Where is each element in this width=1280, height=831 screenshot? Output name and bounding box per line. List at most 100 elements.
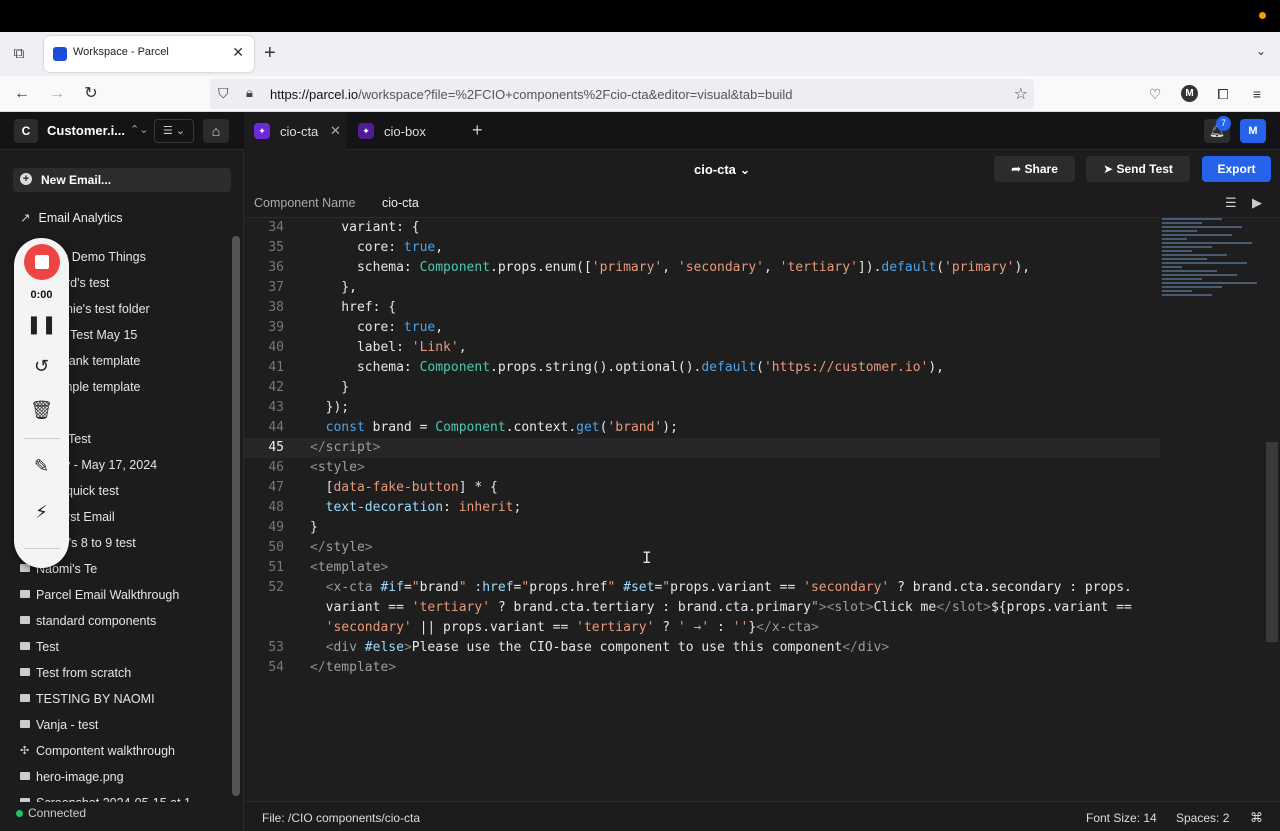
text-cursor-icon: I [642, 548, 652, 567]
mail-icon [20, 694, 30, 702]
sidebar-item-label: standard components [36, 614, 157, 628]
image-icon [20, 798, 30, 802]
screen-recorder-panel: 0:00 ❚❚ ↺ 🗑︎ ✎ ⚡︎ [14, 238, 69, 568]
code-line: 40 label: 'Link', [268, 340, 467, 355]
component-name-value[interactable]: cio-cta [382, 196, 419, 210]
sidebar-item[interactable]: i's 8 to 9 test [66, 536, 136, 550]
code-line: 50 </style> [268, 540, 373, 555]
code-line-current: 45 </script> [244, 438, 1160, 458]
shield-icon[interactable]: ⛉ [218, 85, 229, 102]
app-header: C Customer.i... ⌃⌄ ☰ ⌄ ⌂ ✦ cio-cta ✕ ✦ c… [0, 112, 1280, 150]
menu-icon[interactable]: ≡ [1246, 83, 1268, 105]
tab-cio-box[interactable]: ✦ cio-box [348, 112, 458, 150]
sidebar-item[interactable]: hero-image.png [20, 770, 124, 784]
code-line: 'secondary' || props.variant == 'tertiar… [325, 620, 819, 635]
sidebar-scrollbar[interactable] [232, 236, 240, 796]
extensions-icon[interactable]: ⧠ [1212, 83, 1234, 105]
back-arrow-icon[interactable]: ← [11, 83, 33, 105]
add-tab-button[interactable]: + [472, 120, 483, 141]
restart-icon[interactable]: ↺ [14, 356, 69, 377]
sidebar-item[interactable]: nie's test folder [66, 302, 150, 316]
workspace-avatar[interactable]: C [14, 119, 38, 143]
close-tab-icon[interactable]: ✕ [232, 44, 244, 61]
profile-avatar[interactable]: M [1181, 85, 1198, 102]
sidebar-item-label: rd's test [66, 276, 110, 290]
format-icon[interactable]: ☰ [1225, 195, 1237, 211]
sidebar-item[interactable]: Vanja - test [20, 718, 98, 732]
editor-scrollbar[interactable] [1266, 442, 1278, 642]
chevron-down-icon: ⌄ [739, 162, 751, 177]
sidebar-item[interactable]: Test [20, 640, 59, 654]
file-title[interactable]: cio-cta ⌄ [694, 162, 750, 178]
sidebar-item[interactable]: s Demo Things [62, 250, 146, 264]
browser-tab-workspace[interactable]: Workspace - Parcel ✕ [44, 36, 254, 72]
sidebar-item-email-analytics[interactable]: ↗ Email Analytics [20, 210, 123, 225]
pause-icon[interactable]: ❚❚ [14, 314, 69, 335]
sidebar-item[interactable]: TESTING BY NAOMI [20, 692, 155, 706]
tab-label: cio-box [384, 124, 426, 139]
code-line: 36 schema: Component.props.enum(['primar… [268, 260, 1031, 275]
sidebar-item-label: lank template [66, 354, 141, 368]
url-bar[interactable]: ⛉ 🔒︎ https://parcel.io/workspace?file=%2… [210, 79, 1034, 109]
pocket-icon[interactable]: ♡ [1144, 83, 1166, 105]
editor-header: cio-cta ⌄ ➦ Share ➤ Send Test Export [244, 150, 1280, 188]
send-test-button[interactable]: ➤ Send Test [1086, 156, 1190, 182]
lock-icon[interactable]: 🔒︎ [246, 85, 253, 101]
new-email-button[interactable]: + New Email... [13, 168, 231, 192]
mail-icon [20, 720, 30, 728]
browser-tab-title: Workspace - Parcel [73, 46, 169, 58]
chart-icon: ↗ [20, 211, 31, 225]
share-button[interactable]: ➦ Share [994, 156, 1075, 182]
tab-list-icon[interactable]: ⧉ [8, 43, 30, 65]
sidebar-item[interactable]: Test May 15 [70, 328, 137, 342]
code-editor[interactable]: 34 variant: { 35 core: true, 36 schema: … [244, 218, 1280, 801]
code-minimap[interactable] [1162, 218, 1272, 338]
sidebar-item[interactable]: Test from scratch [20, 666, 131, 680]
sidebar-item[interactable]: quick test [66, 484, 119, 498]
trash-icon[interactable]: 🗑︎ [14, 400, 69, 421]
home-button[interactable]: ⌂ [203, 119, 229, 143]
sidebar-item[interactable]: ✣ Compontent walkthrough [20, 744, 175, 758]
status-spaces[interactable]: Spaces: 2 [1176, 811, 1229, 825]
mail-icon [20, 668, 30, 676]
preview-icon[interactable]: ▶ [1252, 195, 1262, 211]
user-avatar[interactable]: M [1240, 119, 1266, 143]
bookmark-star-icon[interactable]: ☆ [1014, 84, 1028, 104]
new-tab-button[interactable]: + [264, 42, 276, 64]
pencil-icon[interactable]: ✎ [14, 456, 69, 477]
url-text[interactable]: https://parcel.io/workspace?file=%2FCIO+… [270, 87, 792, 102]
reload-icon[interactable]: ↻ [80, 83, 102, 105]
code-line: 48 text-decoration: inherit; [268, 500, 522, 515]
sidebar-item[interactable]: lank template [66, 354, 140, 368]
status-font-size[interactable]: Font Size: 14 [1086, 811, 1157, 825]
sidebar-item[interactable]: y - May 17, 2024 [64, 458, 157, 472]
workspace-switcher-icon[interactable]: ⌃⌄ [130, 123, 148, 136]
tab-cio-cta[interactable]: ✦ cio-cta ✕ [244, 112, 346, 150]
chevron-down-icon[interactable]: ⌄ [1256, 44, 1266, 58]
connected-dot-icon [16, 810, 23, 817]
component-name-bar: Component Name cio-cta ☰ ▶ [244, 188, 1280, 218]
sidebar-item[interactable]: Test [68, 432, 91, 446]
sidebar-item[interactable]: rd's test [66, 276, 109, 290]
notification-count-badge: 7 [1216, 116, 1231, 131]
chevron-down-icon: ⌄ [175, 125, 186, 137]
mail-icon [20, 590, 30, 598]
recording-timer: 0:00 [30, 289, 53, 301]
layers-menu-button[interactable]: ☰ ⌄ [154, 119, 194, 143]
stop-recording-button[interactable] [24, 244, 60, 280]
sidebar-item[interactable]: mple template [62, 380, 141, 394]
code-line: 34 variant: { [268, 220, 420, 235]
code-line: 52 <x-cta #if="brand" :href="props.href"… [268, 580, 1132, 595]
sidebar-item[interactable]: standard components [20, 614, 156, 628]
close-icon[interactable]: ✕ [330, 123, 341, 139]
magic-wand-icon[interactable]: ⚡︎ [14, 502, 69, 523]
sidebar-item[interactable]: rst Email [66, 510, 115, 524]
export-button[interactable]: Export [1202, 156, 1271, 182]
workspace-name[interactable]: Customer.i... [47, 123, 125, 138]
tab-label: cio-cta [280, 124, 319, 139]
sidebar-item-label: TESTING BY NAOMI [36, 692, 155, 706]
command-icon[interactable]: ⌘ [1250, 810, 1263, 826]
mail-icon [20, 616, 30, 624]
sidebar-item[interactable]: Parcel Email Walkthrough [20, 588, 179, 602]
forward-arrow-icon[interactable]: → [46, 83, 68, 105]
